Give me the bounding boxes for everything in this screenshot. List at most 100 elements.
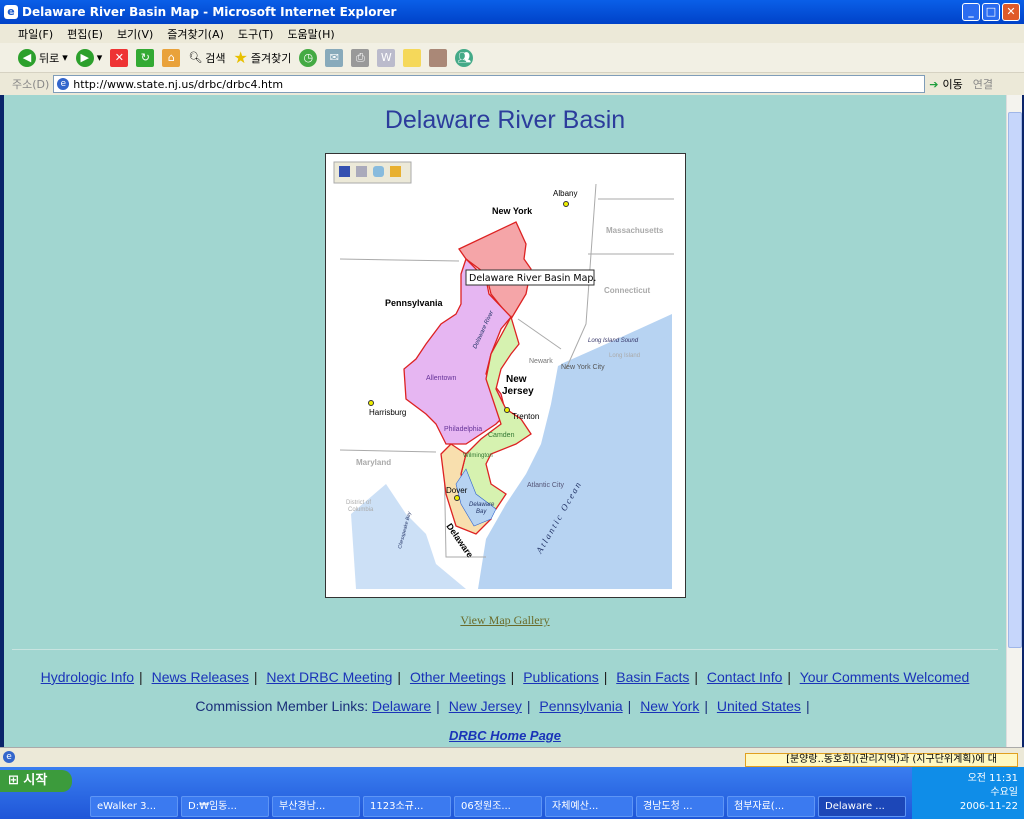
menu-favorites[interactable]: 즐겨찾기(A) [167, 26, 224, 42]
mail-icon[interactable] [373, 166, 384, 177]
task-button-active[interactable]: Delaware ... [818, 796, 906, 817]
link-hydrologic-info[interactable]: Hydrologic Info [41, 669, 134, 685]
url-text: http://www.state.nj.us/drbc/drbc4.htm [73, 77, 284, 91]
view-map-gallery-link[interactable]: View Map Gallery [4, 613, 1006, 628]
label-delaware-bay: Delaware [469, 502, 495, 508]
address-input[interactable]: e http://www.state.nj.us/drbc/drbc4.htm [53, 75, 926, 93]
menu-view[interactable]: 보기(V) [117, 26, 153, 42]
messenger-icon[interactable]: 👥︎ [455, 48, 474, 67]
links-button[interactable]: 연결 [973, 76, 993, 92]
system-tray: 오전 11:31 수요일 2006-11-22 [912, 767, 1024, 819]
task-button[interactable]: 06정원조... [454, 796, 542, 817]
link-next-meeting[interactable]: Next DRBC Meeting [266, 669, 392, 685]
home-icon[interactable]: ⌂ [162, 48, 181, 67]
back-button[interactable]: ◀ 뒤로 ▾ [18, 48, 68, 67]
link-pennsylvania[interactable]: Pennsylvania [539, 698, 622, 714]
menu-bar: 파일(F) 편집(E) 보기(V) 즐겨찾기(A) 도구(T) 도움말(H) [0, 24, 1024, 43]
link-news-releases[interactable]: News Releases [152, 669, 249, 685]
label-wilmington: Wilmington [463, 453, 493, 459]
status-bar: e [분양랑..동호회](관리지역)과 (지구단위계획)에 대 [0, 747, 1024, 767]
label-dover: Dover [446, 486, 468, 495]
back-label: 뒤로 [39, 51, 60, 65]
star-icon: ★ [233, 48, 248, 67]
favorites-button[interactable]: ★ 즐겨찾기 [234, 48, 292, 67]
forward-button[interactable]: ▶ ▾ [75, 48, 102, 67]
print-icon[interactable] [356, 166, 367, 177]
menu-edit[interactable]: 편집(E) [67, 26, 103, 42]
task-button[interactable]: D:₩임동... [181, 796, 269, 817]
clock-time: 오전 11:31 [967, 773, 1018, 784]
window-title: Delaware River Basin Map - Microsoft Int… [22, 5, 397, 19]
label-pennsylvania: Pennsylvania [385, 298, 444, 308]
task-button[interactable]: 부산경남... [272, 796, 360, 817]
link-basin-facts[interactable]: Basin Facts [616, 669, 689, 685]
link-publications[interactable]: Publications [523, 669, 599, 685]
label-district: District of [346, 500, 371, 506]
menu-help[interactable]: 도움말(H) [287, 26, 334, 42]
minimize-button[interactable]: _ [962, 3, 980, 21]
scrollbar-thumb[interactable] [1008, 112, 1022, 648]
vertical-scrollbar[interactable] [1006, 95, 1022, 747]
task-button[interactable]: 자체예산... [545, 796, 633, 817]
label-camden: Camden [488, 432, 515, 439]
taskbar: ⊞ 시작 eWalker 3... D:₩임동... 부산경남... 1123소… [0, 767, 1024, 819]
link-contact-info[interactable]: Contact Info [707, 669, 783, 685]
clock-date: 2006-11-22 [959, 801, 1018, 812]
menu-tools[interactable]: 도구(T) [238, 26, 274, 42]
start-button[interactable]: ⊞ 시작 [0, 770, 72, 792]
search-icon: 🔍︎ [188, 51, 203, 64]
menu-file[interactable]: 파일(F) [18, 26, 53, 42]
member-links-label: Commission Member Links: [195, 698, 369, 714]
label-columbia: Columbia [348, 507, 374, 513]
label-harrisburg: Harrisburg [369, 408, 406, 417]
task-button[interactable]: eWalker 3... [90, 796, 178, 817]
label-albany: Albany [553, 189, 577, 198]
link-united-states[interactable]: United States [717, 698, 801, 714]
notification-ticker[interactable]: [분양랑..동호회](관리지역)과 (지구단위계획)에 대 [745, 753, 1018, 767]
label-bay: Bay [476, 509, 487, 515]
link-comments[interactable]: Your Comments Welcomed [800, 669, 970, 685]
maximize-button[interactable]: □ [982, 3, 1000, 21]
page-title: Delaware River Basin [384, 106, 626, 134]
label-massachusetts: Massachusetts [606, 226, 664, 235]
label-connecticut: Connecticut [604, 286, 651, 295]
task-button[interactable]: 첨부자료(... [727, 796, 815, 817]
note-icon[interactable] [403, 48, 422, 67]
save-icon[interactable] [339, 166, 350, 177]
map-tooltip: Delaware River Basin Map. [469, 273, 596, 284]
favorites-label: 즐겨찾기 [250, 51, 292, 65]
history-icon[interactable]: ◷ [299, 48, 318, 67]
go-button[interactable]: 이동 [943, 76, 963, 92]
refresh-icon[interactable]: ↻ [136, 48, 155, 67]
label-new-york: New York [492, 206, 533, 216]
print-icon[interactable]: ⎙ [351, 48, 370, 67]
back-arrow-icon: ◀ [18, 48, 36, 67]
research-icon[interactable] [429, 48, 448, 67]
label-nyc: New York City [561, 364, 605, 371]
link-new-jersey[interactable]: New Jersey [449, 698, 522, 714]
mail-icon[interactable]: ✉ [325, 48, 344, 67]
edit-icon[interactable]: W [377, 48, 396, 67]
go-icon[interactable]: ➔ [929, 78, 938, 91]
page-status-icon: e [3, 751, 15, 763]
title-bar: e Delaware River Basin Map - Microsoft In… [0, 0, 1024, 24]
drbc-home-link[interactable]: DRBC Home Page [4, 728, 1006, 743]
folder-icon[interactable] [390, 166, 401, 177]
member-links: Commission Member Links: Delaware | New J… [195, 698, 810, 714]
ie-icon: e [4, 5, 18, 19]
search-label: 검색 [205, 51, 226, 65]
label-long-island: Long Island [609, 353, 640, 359]
windows-logo-icon: ⊞ [8, 773, 24, 788]
clock-day: 수요일 [990, 787, 1018, 798]
link-new-york[interactable]: New York [640, 698, 699, 714]
address-bar: 주소(D) e http://www.state.nj.us/drbc/drbc4… [0, 73, 1024, 95]
search-button[interactable]: 🔍︎ 검색 [188, 50, 225, 66]
stop-icon[interactable]: ✕ [110, 48, 129, 67]
close-button[interactable]: ✕ [1002, 3, 1020, 21]
task-button[interactable]: 경남도청 ... [636, 796, 724, 817]
link-delaware[interactable]: Delaware [372, 698, 431, 714]
task-button[interactable]: 1123소규... [363, 796, 451, 817]
link-other-meetings[interactable]: Other Meetings [410, 669, 506, 685]
forward-arrow-icon: ▶ [75, 48, 94, 67]
basin-map[interactable]: Albany New York Massachusetts Connecticu… [325, 153, 686, 598]
